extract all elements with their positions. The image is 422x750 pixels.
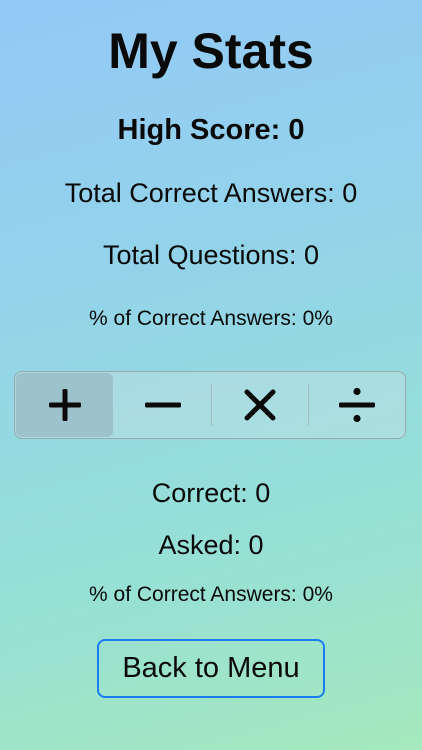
multiply-icon bbox=[244, 389, 275, 421]
high-score-label: High Score: 0 bbox=[117, 114, 305, 146]
segment-division[interactable] bbox=[308, 372, 405, 438]
stats-screen: My Stats High Score: 0 Total Correct Ans… bbox=[0, 0, 422, 750]
operation-percent-label: % of Correct Answers: 0% bbox=[89, 583, 333, 606]
segment-addition[interactable] bbox=[16, 373, 113, 437]
back-to-menu-button[interactable]: Back to Menu bbox=[97, 639, 325, 698]
minus-icon bbox=[144, 402, 181, 408]
total-questions-label: Total Questions: 0 bbox=[102, 240, 320, 270]
segment-multiplication[interactable] bbox=[211, 372, 308, 438]
operation-segmented-control bbox=[14, 371, 406, 439]
divide-icon bbox=[338, 387, 375, 423]
plus-icon bbox=[48, 389, 81, 421]
operation-asked-label: Asked: 0 bbox=[158, 530, 264, 560]
page-title: My Stats bbox=[108, 23, 314, 79]
segment-subtraction[interactable] bbox=[114, 372, 211, 438]
overall-percent-label: % of Correct Answers: 0% bbox=[89, 307, 333, 330]
total-correct-label: Total Correct Answers: 0 bbox=[64, 178, 358, 208]
operation-correct-label: Correct: 0 bbox=[151, 478, 271, 508]
